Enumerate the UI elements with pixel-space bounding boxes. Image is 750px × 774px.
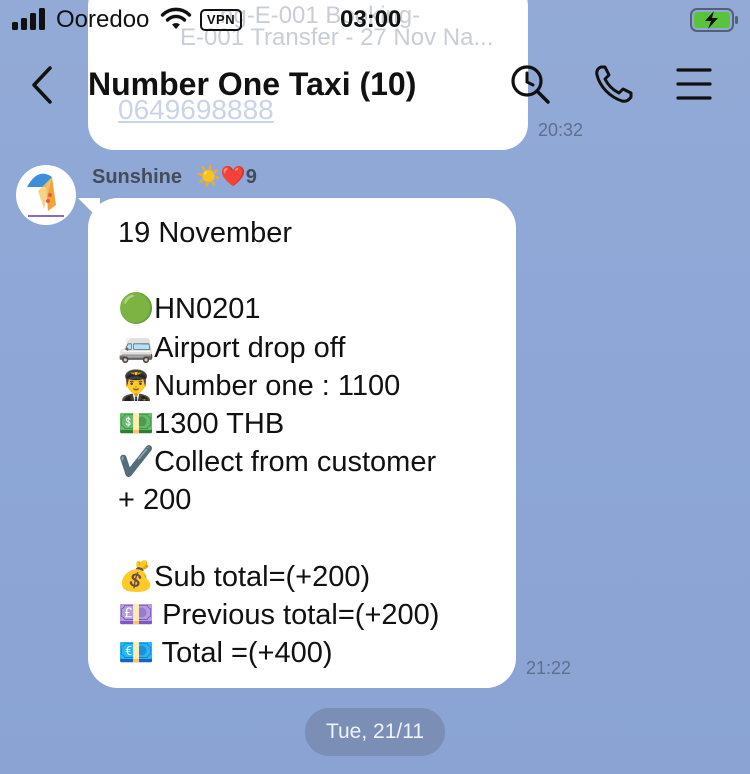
- signal-icon: [12, 8, 45, 30]
- message-line: 👨‍✈️Number one : 1100: [118, 370, 401, 402]
- phone-icon[interactable]: [592, 62, 636, 106]
- carrier-name: Ooredoo: [56, 6, 150, 33]
- message-time: 21:22: [526, 658, 572, 678]
- back-icon[interactable]: [28, 64, 58, 106]
- message-line: 💷 Previous total=(+200): [118, 599, 440, 631]
- message-line: 💵1300 THB: [118, 408, 285, 440]
- status-time: 03:00: [340, 6, 402, 33]
- message-line: 🚐Airport drop off: [118, 332, 346, 364]
- battery-charging-icon: [690, 8, 738, 32]
- message-line: 🟢HN0201: [118, 293, 261, 325]
- message-line: ✔️Collect from customer: [118, 446, 437, 478]
- sender-name[interactable]: Sunshine: [92, 166, 182, 189]
- message-line: 💰Sub total=(+200): [118, 561, 371, 593]
- sunshine-logo-icon: [27, 173, 64, 217]
- wifi-icon: [160, 7, 192, 29]
- chat-title: Number One Taxi (10): [88, 66, 417, 102]
- vpn-badge: VPN: [200, 9, 242, 31]
- search-icon[interactable]: [508, 62, 552, 106]
- previous-message-time: 20:32: [538, 120, 584, 140]
- status-bar: Ooredoo VPN 03:00: [0, 0, 750, 40]
- menu-icon[interactable]: [672, 62, 716, 106]
- chat-header: Number One Taxi (10): [0, 52, 750, 118]
- message-line: 💶 Total =(+400): [118, 637, 333, 669]
- date-separator: Tue, 21/11: [305, 708, 445, 756]
- sender-badges: ☀️❤️9: [196, 166, 257, 188]
- avatar[interactable]: [16, 165, 76, 225]
- message-line: + 200: [118, 484, 192, 516]
- message-line: 19 November: [118, 217, 293, 249]
